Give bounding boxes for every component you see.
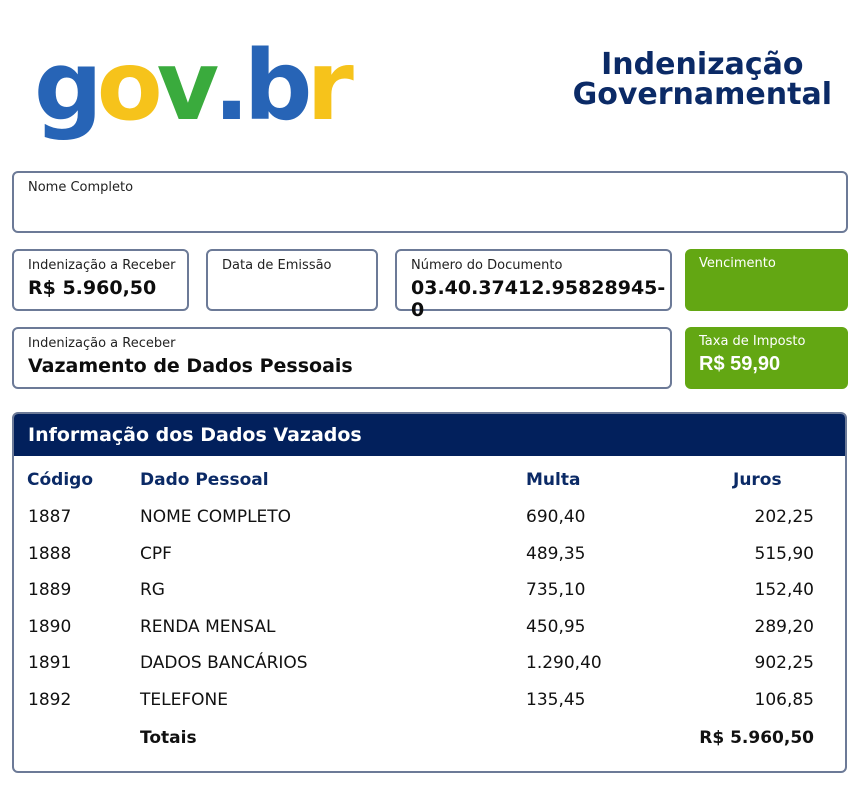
cell-juros: 289,20 bbox=[754, 616, 814, 637]
cell-codigo: 1887 bbox=[28, 507, 72, 527]
indenizacao-valor-value: R$ 5.960,50 bbox=[28, 277, 157, 299]
totais-value: R$ 5.960,50 bbox=[699, 728, 814, 748]
indenizacao-motivo-field: Indenização a Receber Vazamento de Dados… bbox=[12, 327, 672, 389]
taxa-imposto-field: Taxa de Imposto R$ 59,90 bbox=[685, 327, 848, 389]
cell-codigo: 1889 bbox=[28, 580, 72, 600]
logo-letter-b: b bbox=[243, 30, 313, 142]
indenizacao-motivo-label: Indenização a Receber bbox=[28, 336, 176, 351]
vencimento-field: Vencimento bbox=[685, 249, 848, 311]
totais-label: Totais bbox=[140, 728, 197, 748]
table-row: 1891 DADOS BANCÁRIOS 1.290,40 902,25 bbox=[0, 653, 864, 683]
cell-dado-pessoal: CPF bbox=[140, 543, 172, 564]
logo-letter-v: v bbox=[156, 30, 220, 142]
cell-multa: 1.290,40 bbox=[526, 653, 602, 673]
gov-br-logo: g o v . b r bbox=[34, 22, 354, 142]
cell-multa: 450,95 bbox=[526, 616, 586, 637]
document-title: Indenização Governamental bbox=[573, 50, 832, 110]
table-row: 1887 NOME COMPLETO 690,40 202,25 bbox=[0, 507, 864, 537]
cell-juros: 902,25 bbox=[754, 653, 814, 673]
col-header-multa: Multa bbox=[526, 470, 581, 490]
document-title-line2: Governamental bbox=[572, 77, 832, 112]
cell-dado-pessoal: NOME COMPLETO bbox=[140, 507, 292, 527]
logo-letter-o: o bbox=[96, 30, 163, 142]
vencimento-label: Vencimento bbox=[699, 256, 776, 271]
cell-juros: 515,90 bbox=[754, 543, 814, 564]
cell-dado-pessoal: RENDA MENSAL bbox=[140, 616, 276, 637]
cell-codigo: 1892 bbox=[28, 689, 72, 710]
cell-multa: 735,10 bbox=[526, 580, 586, 600]
cell-dado-pessoal: DADOS BANCÁRIOS bbox=[140, 653, 308, 673]
cell-dado-pessoal: RG bbox=[140, 580, 165, 600]
document-title-line1: Indenização bbox=[601, 47, 804, 82]
col-header-juros: Juros bbox=[733, 470, 782, 490]
nome-completo-label: Nome Completo bbox=[28, 180, 134, 195]
indenizacao-valor-field: Indenização a Receber R$ 5.960,50 bbox=[12, 249, 189, 311]
logo-letter-r: r bbox=[306, 30, 353, 142]
cell-juros: 106,85 bbox=[754, 689, 814, 710]
taxa-imposto-value: R$ 59,90 bbox=[699, 353, 781, 375]
dados-vazados-header: Informação dos Dados Vazados bbox=[14, 414, 845, 456]
logo-dot: . bbox=[213, 30, 250, 142]
table-row: 1889 RG 735,10 152,40 bbox=[0, 580, 864, 610]
data-emissao-field: Data de Emissão bbox=[206, 249, 378, 311]
numero-documento-value: 03.40.37412.95828945-0 bbox=[411, 277, 666, 321]
table-row: 1888 CPF 489,35 515,90 bbox=[0, 544, 864, 574]
cell-dado-pessoal: TELEFONE bbox=[140, 689, 228, 710]
indenizacao-motivo-value: Vazamento de Dados Pessoais bbox=[28, 355, 353, 377]
logo-letter-g: g bbox=[34, 30, 103, 142]
table-row: 1890 RENDA MENSAL 450,95 289,20 bbox=[0, 617, 864, 647]
cell-codigo: 1888 bbox=[28, 543, 72, 564]
nome-completo-field[interactable]: Nome Completo bbox=[12, 171, 848, 233]
cell-multa: 135,45 bbox=[526, 689, 586, 710]
cell-codigo: 1891 bbox=[28, 653, 72, 673]
indenizacao-valor-label: Indenização a Receber bbox=[28, 258, 176, 273]
dados-vazados-title: Informação dos Dados Vazados bbox=[28, 424, 362, 446]
taxa-imposto-label: Taxa de Imposto bbox=[699, 334, 806, 349]
cell-codigo: 1890 bbox=[28, 616, 72, 637]
cell-juros: 202,25 bbox=[754, 507, 814, 527]
numero-documento-label: Número do Documento bbox=[411, 258, 563, 273]
data-emissao-label: Data de Emissão bbox=[222, 258, 332, 273]
cell-juros: 152,40 bbox=[754, 580, 814, 600]
numero-documento-field: Número do Documento 03.40.37412.95828945… bbox=[395, 249, 672, 321]
col-header-dado: Dado Pessoal bbox=[140, 470, 269, 490]
table-row: 1892 TELEFONE 135,45 106,85 bbox=[0, 690, 864, 720]
cell-multa: 489,35 bbox=[526, 543, 586, 564]
cell-multa: 690,40 bbox=[526, 507, 586, 527]
col-header-codigo: Código bbox=[27, 470, 93, 490]
